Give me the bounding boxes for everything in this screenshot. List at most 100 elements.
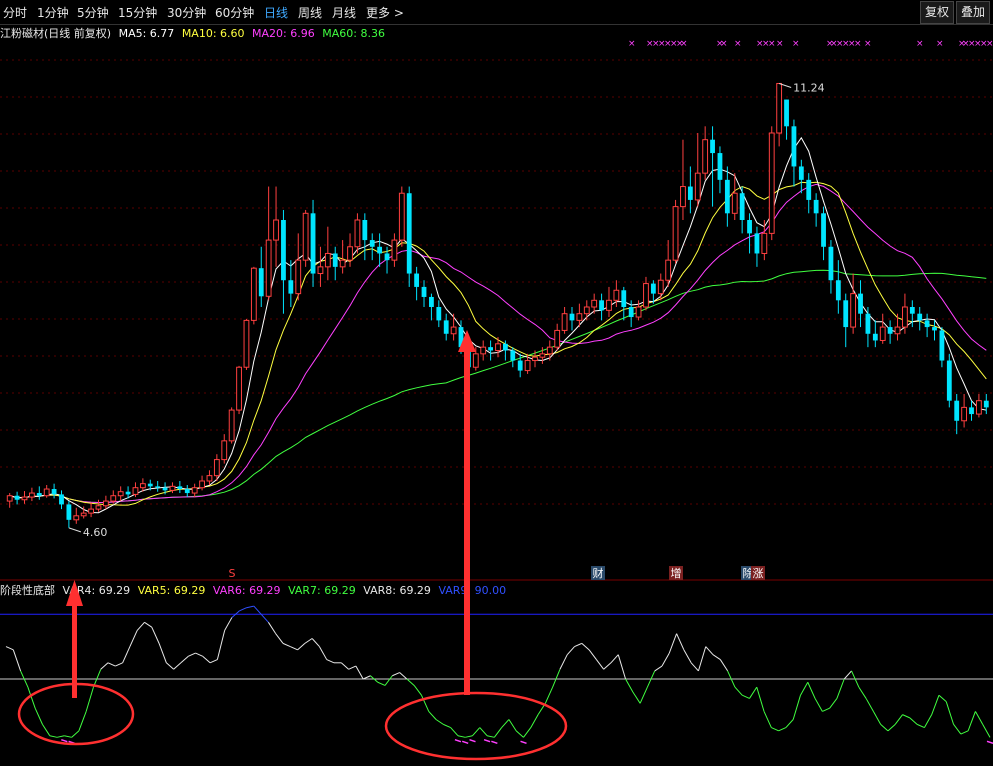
var8-segment — [639, 686, 648, 704]
candle-body — [184, 489, 190, 494]
candle-body — [155, 486, 161, 488]
candle-body — [969, 407, 974, 415]
var8-segment — [151, 626, 160, 644]
var8-segment — [348, 665, 357, 670]
candle-body — [110, 495, 117, 502]
candle-body — [59, 494, 64, 505]
var8-segment — [749, 686, 758, 699]
candle-body — [436, 307, 442, 321]
var8-segment — [282, 642, 291, 648]
event-marker: S — [229, 567, 236, 580]
candle-body — [317, 266, 324, 275]
var8-segment — [340, 662, 349, 670]
var8-segment — [683, 649, 692, 664]
var8-segment — [814, 698, 823, 712]
var8-segment — [938, 694, 947, 703]
var8-segment — [326, 659, 335, 664]
event-marker: 财 — [593, 566, 604, 580]
var8-segment — [355, 665, 364, 680]
candle-body — [73, 515, 80, 521]
bottom-circle-2 — [384, 691, 568, 761]
var8-segment — [100, 662, 109, 670]
var8-segment — [472, 727, 481, 737]
candle-body — [813, 199, 819, 214]
candle-body — [768, 132, 775, 234]
var8-segment — [435, 719, 444, 725]
indicator-panel — [0, 605, 993, 745]
candle-body — [302, 212, 309, 261]
var8-segment — [603, 662, 612, 670]
candle-body — [784, 99, 789, 127]
candle-body — [731, 192, 738, 214]
var8-segment — [552, 669, 561, 688]
candle-body — [754, 233, 760, 254]
var8-segment — [443, 723, 451, 729]
var8-segment — [377, 681, 386, 686]
var8-segment — [559, 654, 568, 670]
var8-segment — [406, 678, 415, 686]
candle-body — [391, 239, 398, 261]
candle-body — [288, 280, 294, 294]
candle-body — [125, 491, 131, 495]
low-pointer — [68, 527, 82, 533]
var8-segment — [42, 724, 51, 736]
var8-segment — [129, 630, 138, 647]
kline-chart: 11.244.60× ××××××× ×× × ××× × × ×××××× × × × ××××××… — [0, 39, 993, 761]
candle-body — [177, 486, 183, 490]
candle-body — [643, 283, 649, 308]
bottom-signal — [461, 740, 469, 745]
candle-body — [806, 179, 812, 200]
candle-body — [384, 253, 390, 261]
event-marker: 增 — [671, 566, 682, 580]
candle-body — [791, 126, 797, 167]
candle-body — [429, 296, 434, 307]
var8-segment — [756, 686, 765, 712]
var8-segment — [880, 723, 889, 732]
candle-body — [561, 313, 568, 331]
candle-body — [95, 505, 102, 510]
candle-body — [21, 496, 28, 501]
candle-body — [472, 353, 479, 368]
candle-body — [569, 313, 575, 321]
var8-segment — [792, 695, 801, 720]
candle-body — [28, 492, 35, 498]
arrow-2-shaft — [464, 350, 470, 695]
candle-body — [576, 313, 583, 321]
candle-body — [710, 139, 715, 154]
candle-body — [258, 268, 264, 297]
candle-body — [450, 326, 457, 335]
var8-segment — [85, 686, 94, 712]
candle-body — [354, 219, 361, 248]
var8-segment — [544, 686, 554, 704]
candle-body — [554, 329, 561, 348]
signal-x-mark: × — [854, 39, 862, 49]
candle-body — [747, 220, 752, 234]
candle-body — [606, 299, 612, 311]
var8-segment — [741, 694, 750, 699]
candle-body — [599, 300, 604, 311]
candle-body — [213, 459, 220, 477]
candle-body — [228, 409, 235, 442]
var8-segment — [610, 654, 619, 664]
var8-segment — [581, 642, 590, 651]
candle-body — [132, 487, 139, 495]
signal-x-mark: × — [768, 39, 776, 49]
var8-segment — [515, 730, 524, 738]
candle-body — [495, 343, 501, 351]
var8-segment — [275, 633, 284, 644]
var8-segment — [916, 723, 925, 729]
candle-body — [924, 320, 930, 328]
var8-segment — [697, 646, 707, 672]
var8-segment — [588, 649, 597, 660]
candle-body — [983, 400, 989, 408]
bottom-signal — [61, 738, 68, 743]
candle-body — [273, 219, 279, 241]
var8-segment — [399, 672, 408, 680]
var8-segment — [974, 711, 984, 725]
var8-segment — [923, 714, 933, 728]
candle-body — [613, 289, 620, 301]
candle-body — [843, 300, 849, 328]
candle-body — [147, 483, 153, 487]
candle-body — [975, 400, 982, 415]
candle-body — [524, 360, 531, 372]
